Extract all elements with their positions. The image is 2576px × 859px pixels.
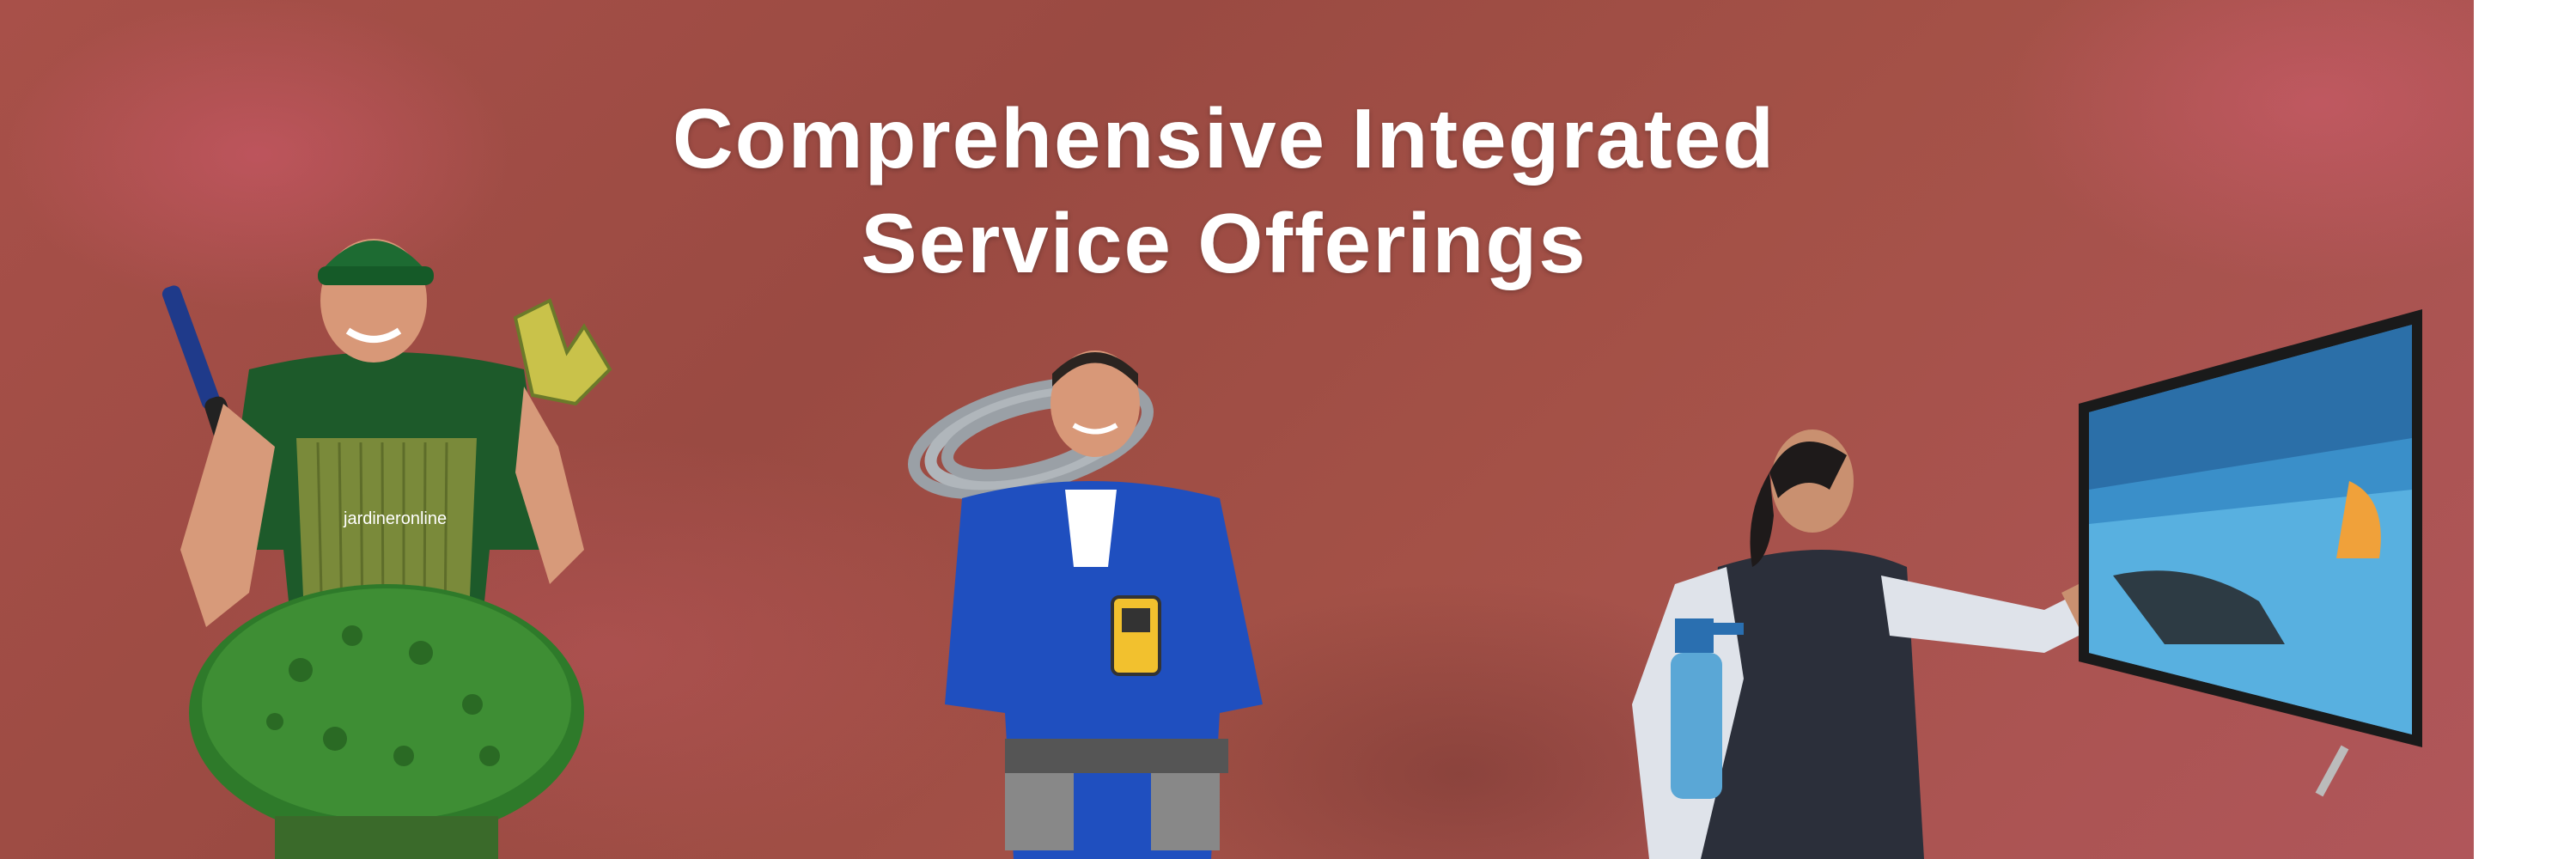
headline-line-2: Service Offerings — [861, 196, 1587, 290]
electrician-figure — [893, 344, 1306, 859]
tv-screen-icon — [2061, 301, 2439, 799]
right-white-strip — [2474, 0, 2576, 859]
banner-headline: Comprehensive Integrated Service Offerin… — [533, 86, 1915, 295]
cleaner-figure — [1598, 421, 2130, 859]
shirt-logo-text: jardineronline — [343, 509, 447, 528]
hero-banner: Comprehensive Integrated Service Offerin… — [0, 0, 2474, 859]
gardener-figure: jardineronline — [146, 189, 627, 859]
headline-line-1: Comprehensive Integrated — [672, 91, 1776, 186]
